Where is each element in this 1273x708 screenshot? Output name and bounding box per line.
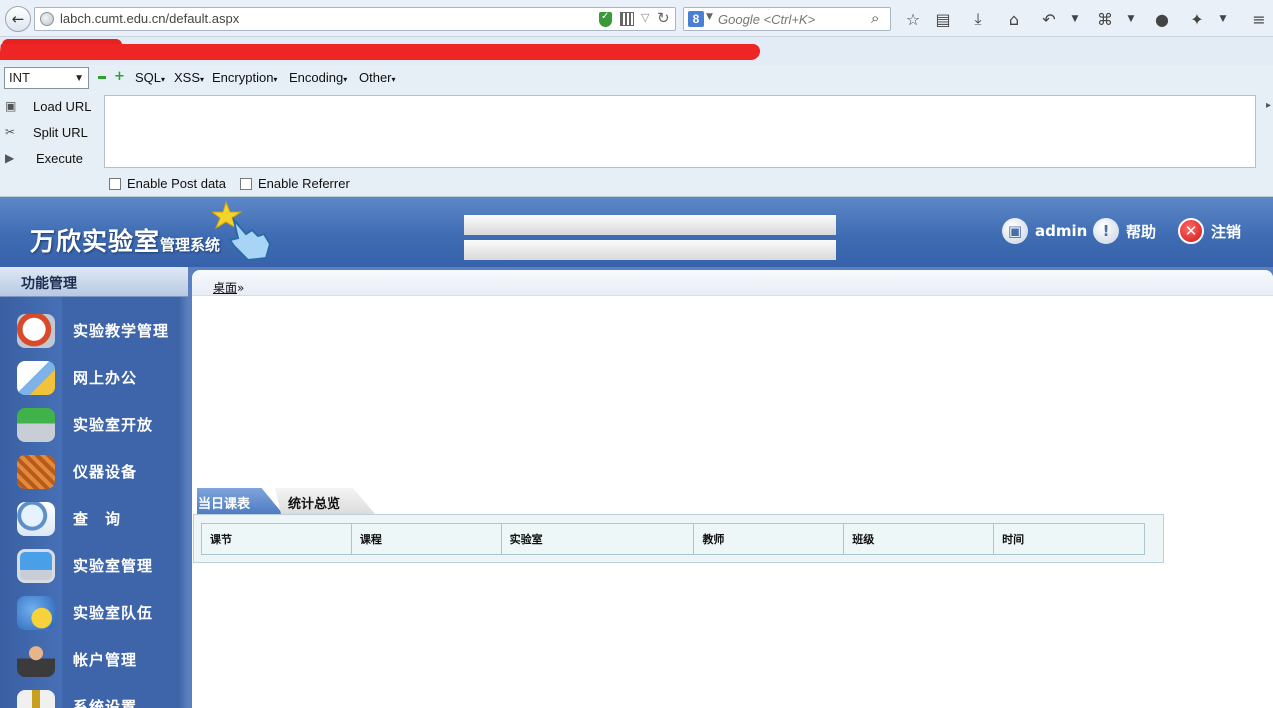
banner-bar: [464, 215, 836, 235]
load-url-icon: ▣: [5, 99, 17, 113]
globe-icon: [40, 12, 54, 26]
chevron-down-icon[interactable]: ▼: [1064, 8, 1086, 30]
load-url-button[interactable]: ▣ Load URL: [0, 96, 100, 118]
shield-icon[interactable]: [599, 11, 612, 27]
monitor-icon: [17, 549, 55, 583]
menu-other[interactable]: Other▾: [359, 70, 396, 85]
schedule-table: 课节 课程 实验室 教师 班级 时间: [201, 523, 1145, 555]
search-input[interactable]: [718, 10, 868, 28]
play-icon: ▶: [5, 151, 15, 165]
scissors-icon: ✂: [5, 125, 16, 139]
column-header: 时间: [993, 523, 1145, 555]
smiley-globe-icon: [17, 596, 55, 630]
type-select-value: INT: [9, 70, 30, 85]
address-bar[interactable]: labch.cumt.edu.cn/default.aspx ▽ ↻: [34, 7, 676, 31]
type-select[interactable]: INT ▼: [4, 67, 89, 89]
column-header: 课程: [350, 523, 502, 555]
download-drive-icon: [17, 408, 55, 442]
breadcrumb-desktop-link[interactable]: 桌面: [213, 281, 237, 295]
minus-icon[interactable]: [98, 76, 106, 79]
sidebar-item-experiment-teaching[interactable]: 实验教学管理: [0, 306, 188, 353]
plus-icon[interactable]: +: [114, 70, 125, 83]
chevron-down-icon: ▼: [74, 73, 84, 84]
chevron-down-icon[interactable]: ▼: [1120, 8, 1142, 30]
chevron-down-icon[interactable]: ▽: [641, 11, 649, 24]
search-icon[interactable]: ⌕: [871, 9, 879, 27]
checkbox-box[interactable]: [109, 178, 121, 190]
download-icon[interactable]: ⤓: [967, 8, 989, 30]
help-link[interactable]: ! 帮助: [1093, 218, 1156, 244]
crop-icon[interactable]: ⌘: [1094, 8, 1116, 30]
notepad-icon: [17, 361, 55, 395]
pointing-hand-icon: [212, 200, 272, 262]
banner-bar: [464, 240, 836, 260]
enable-referrer-checkbox[interactable]: Enable Referrer: [240, 176, 350, 191]
logout-link[interactable]: ✕ 注销: [1178, 218, 1241, 244]
checkbox-box[interactable]: [240, 178, 252, 190]
menu-encoding[interactable]: Encoding▾: [289, 70, 347, 85]
execute-button[interactable]: ▶ Execute: [0, 148, 100, 170]
magnifier-icon: [17, 502, 55, 536]
back-arrow-icon[interactable]: ←: [5, 6, 31, 32]
home-icon[interactable]: ⌂: [1003, 8, 1025, 30]
search-bar[interactable]: 8 ▼ ⌕: [683, 7, 891, 31]
sidebar-item-lab-management[interactable]: 实验室管理: [0, 541, 188, 588]
column-header: 教师: [693, 523, 845, 555]
content-area: [192, 270, 1273, 708]
split-url-button[interactable]: ✂ Split URL: [0, 122, 100, 144]
abacus-icon: [17, 455, 55, 489]
breadcrumb: 桌面»: [213, 279, 244, 296]
chat-bubble-icon[interactable]: ●: [1151, 8, 1173, 30]
sidebar-item-lab-team[interactable]: 实验室队伍: [0, 588, 188, 635]
google-icon[interactable]: 8: [688, 11, 704, 27]
sidebar-item-system-settings[interactable]: 系统设置: [0, 682, 188, 708]
monitor-icon: ▣: [1002, 218, 1028, 244]
menu-encryption[interactable]: Encryption▾: [212, 70, 277, 85]
table-header-row: 课节 课程 实验室 教师 班级 时间: [201, 523, 1145, 555]
sidebar-item-instruments[interactable]: 仪器设备: [0, 447, 188, 494]
url-text[interactable]: labch.cumt.edu.cn/default.aspx: [60, 11, 239, 26]
qr-code-icon[interactable]: [620, 12, 634, 26]
undo-icon[interactable]: ↶: [1038, 8, 1060, 30]
sidebar-item-query[interactable]: 查 询: [0, 494, 188, 541]
url-textarea[interactable]: [104, 95, 1256, 168]
reading-list-icon[interactable]: ▤: [932, 8, 954, 30]
admin-user-link[interactable]: ▣ admin: [1002, 218, 1087, 244]
column-header: 班级: [843, 523, 995, 555]
chevron-down-icon[interactable]: ▼: [1212, 8, 1234, 30]
column-header: 实验室: [500, 523, 695, 555]
wrench-icon: [17, 690, 55, 708]
scroll-arrow-icon[interactable]: ▸: [1266, 100, 1271, 111]
addon-icon[interactable]: ✦: [1186, 8, 1208, 30]
star-icon[interactable]: ☆: [902, 8, 924, 30]
browser-toolbar: ← labch.cumt.edu.cn/default.aspx ▽ ↻ 8 ▼…: [0, 0, 1273, 37]
breadcrumb-bar: [192, 270, 1273, 296]
chevron-down-icon[interactable]: ▼: [706, 12, 713, 22]
menu-xss[interactable]: XSS▾: [174, 70, 204, 85]
redaction-mark: [0, 44, 761, 60]
double-chevron-icon: »: [237, 281, 245, 295]
sidebar-item-online-office[interactable]: 网上办公: [0, 353, 188, 400]
clock-icon: [17, 314, 55, 348]
person-icon: [17, 643, 55, 677]
close-icon: ✕: [1178, 218, 1204, 244]
enable-post-data-checkbox[interactable]: Enable Post data: [109, 176, 226, 191]
header-banner-placeholder: [464, 215, 836, 260]
menu-icon[interactable]: ≡: [1248, 8, 1270, 30]
sidebar-item-lab-open[interactable]: 实验室开放: [0, 400, 188, 447]
sidebar-title: 功能管理: [0, 267, 188, 297]
sidebar-item-account[interactable]: 帐户管理: [0, 635, 188, 682]
app-logo: 万欣实验室管理系统: [30, 227, 221, 256]
reload-icon[interactable]: ↻: [657, 9, 670, 27]
info-icon: !: [1093, 218, 1119, 244]
menu-sql[interactable]: SQL▾: [135, 70, 165, 85]
column-header: 课节: [201, 523, 352, 555]
